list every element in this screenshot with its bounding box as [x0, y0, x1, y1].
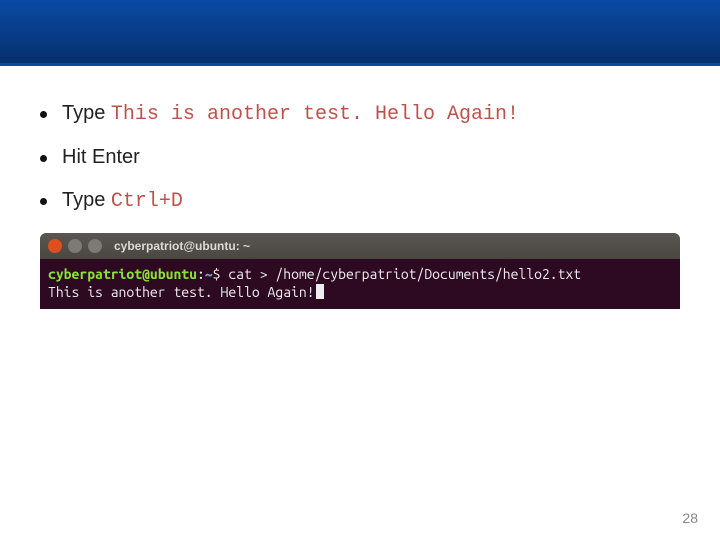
terminal-prompt-user: cyberpatriot@ubuntu: [48, 266, 197, 282]
close-icon: [48, 239, 62, 253]
page-number: 28: [682, 510, 698, 526]
bullet-icon: [40, 198, 47, 205]
terminal-line: cyberpatriot@ubuntu:~$ cat > /home/cyber…: [48, 265, 672, 283]
slide: 3. Add Text to Document Type This is ano…: [0, 0, 720, 540]
terminal-prompt-dollar: $: [213, 266, 229, 282]
terminal-window: cyberpatriot@ubuntu: ~ cyberpatriot@ubun…: [40, 233, 680, 309]
bullet-icon: [40, 111, 47, 118]
header-band: [0, 0, 720, 66]
minimize-icon: [68, 239, 82, 253]
bullet-icon: [40, 155, 47, 162]
terminal-line: This is another test. Hello Again!: [48, 283, 672, 301]
bullet-code: Ctrl+D: [111, 190, 183, 213]
bullet-text: Type: [62, 189, 111, 211]
maximize-icon: [88, 239, 102, 253]
bullet-item: Type Ctrl+D: [40, 189, 680, 213]
bullet-text: Hit Enter: [62, 146, 140, 168]
terminal-typed-text: This is another test. Hello Again!: [48, 284, 315, 300]
bullet-list: Type This is another test. Hello Again! …: [40, 102, 680, 213]
terminal-body: cyberpatriot@ubuntu:~$ cat > /home/cyber…: [40, 259, 680, 309]
bullet-item: Hit Enter: [40, 146, 680, 169]
bullet-text: Type: [62, 102, 111, 124]
terminal-title: cyberpatriot@ubuntu: ~: [114, 239, 250, 253]
terminal-prompt-sep: :: [197, 266, 205, 282]
terminal-prompt-path: ~: [205, 266, 213, 282]
terminal-titlebar: cyberpatriot@ubuntu: ~: [40, 233, 680, 259]
bullet-item: Type This is another test. Hello Again!: [40, 102, 680, 126]
cursor-icon: [316, 284, 324, 299]
content-area: Type This is another test. Hello Again! …: [0, 66, 720, 213]
bullet-code: This is another test. Hello Again!: [111, 103, 519, 126]
terminal-command: cat > /home/cyberpatriot/Documents/hello…: [228, 266, 581, 282]
